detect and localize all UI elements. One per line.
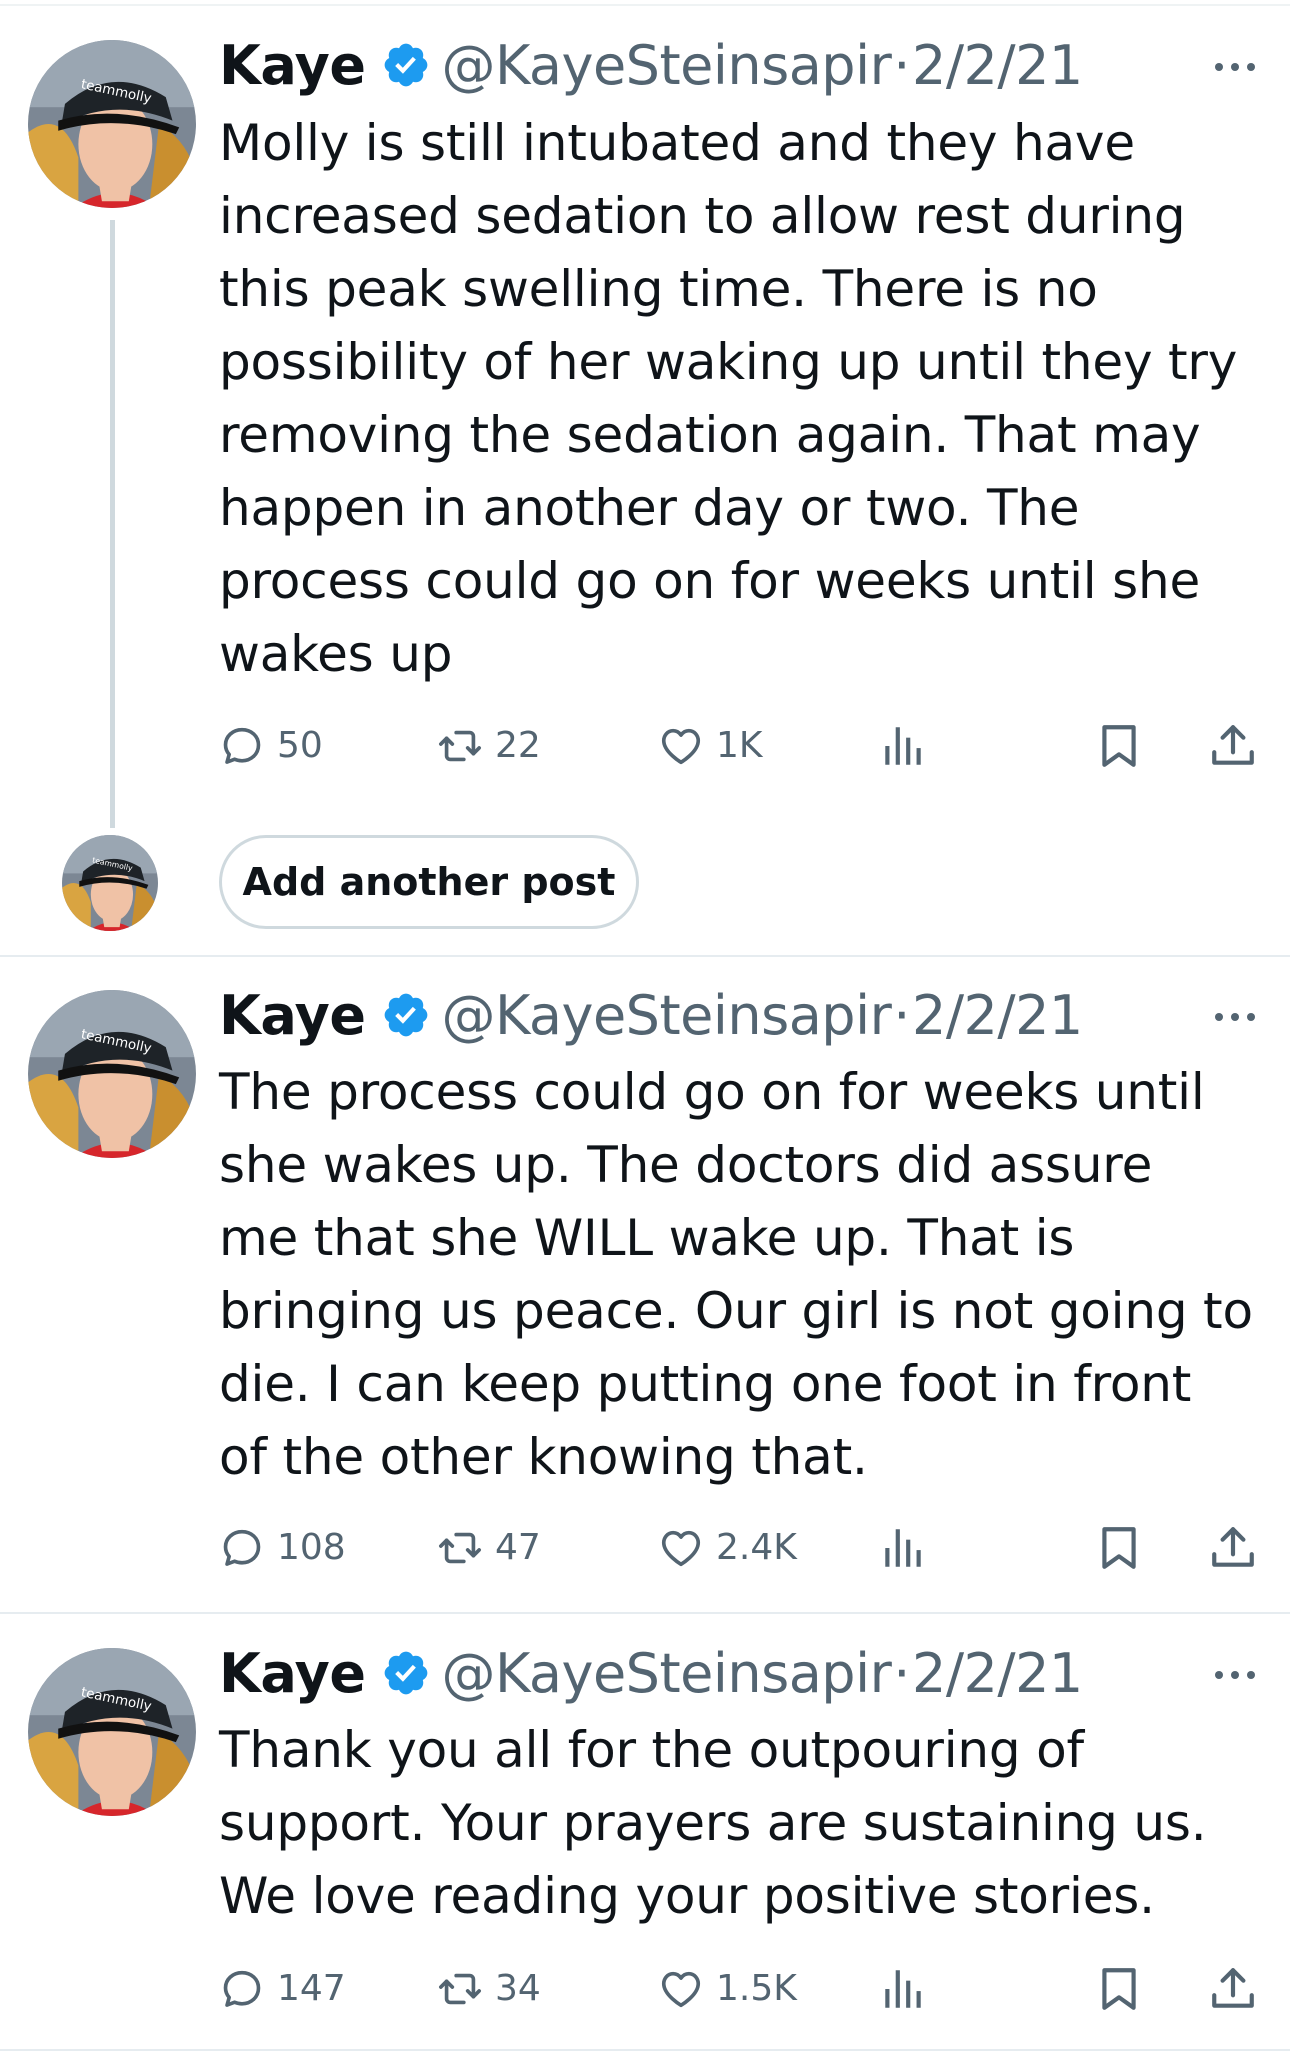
add-another-post-button[interactable]: Add another post — [219, 835, 639, 929]
more-icon[interactable] — [1212, 57, 1258, 77]
like-icon — [658, 1525, 704, 1571]
top-divider — [0, 4, 1290, 6]
reply-button[interactable]: 50 — [219, 718, 323, 774]
reply-button[interactable]: 108 — [219, 1520, 346, 1576]
like-count: 1.5K — [716, 1968, 797, 2009]
repost-button[interactable]: 22 — [437, 718, 541, 774]
views-icon[interactable] — [878, 1964, 928, 2014]
like-count: 2.4K — [716, 1527, 797, 1568]
repost-button[interactable]: 47 — [437, 1520, 541, 1576]
like-count: 1K — [716, 725, 763, 766]
reply-count: 50 — [277, 725, 323, 766]
like-button[interactable]: 1.5K — [658, 1961, 797, 2017]
share-icon[interactable] — [1208, 721, 1258, 771]
reply-count: 108 — [277, 1527, 346, 1568]
author-handle[interactable]: @KayeSteinsapir — [441, 34, 891, 97]
post-date[interactable]: 2/2/21 — [912, 1642, 1083, 1705]
post-divider — [0, 955, 1290, 957]
reply-icon — [219, 1525, 265, 1571]
post-date[interactable]: 2/2/21 — [912, 34, 1083, 97]
separator-dot: · — [893, 33, 910, 97]
post-text: The process could go on for weeks until … — [219, 1063, 1253, 1486]
author-name[interactable]: Kaye — [219, 34, 366, 97]
separator-dot: · — [893, 983, 910, 1047]
thread-connector-line — [110, 220, 115, 828]
like-button[interactable]: 2.4K — [658, 1520, 797, 1576]
share-icon[interactable] — [1208, 1523, 1258, 1573]
author-name[interactable]: Kaye — [219, 1642, 366, 1705]
separator-dot: · — [893, 1641, 910, 1705]
share-icon[interactable] — [1208, 1964, 1258, 2014]
avatar[interactable] — [28, 40, 196, 208]
like-button[interactable]: 1K — [658, 718, 763, 774]
like-icon — [658, 723, 704, 769]
author-handle[interactable]: @KayeSteinsapir — [441, 984, 891, 1047]
verified-badge-icon — [381, 40, 431, 90]
repost-count: 47 — [495, 1527, 541, 1568]
repost-icon — [437, 1525, 483, 1571]
bookmark-icon[interactable] — [1094, 721, 1144, 771]
views-icon[interactable] — [878, 1523, 928, 1573]
post-divider — [0, 1612, 1290, 1614]
verified-badge-icon — [381, 990, 431, 1040]
repost-count: 22 — [495, 725, 541, 766]
repost-button[interactable]: 34 — [437, 1961, 541, 2017]
avatar-small[interactable] — [62, 835, 158, 931]
author-name[interactable]: Kaye — [219, 984, 366, 1047]
post-header: Kaye @KayeSteinsapir · 2/2/21 — [219, 982, 1083, 1048]
reply-button[interactable]: 147 — [219, 1961, 346, 2017]
like-icon — [658, 1966, 704, 2012]
bookmark-icon[interactable] — [1094, 1523, 1144, 1573]
avatar[interactable] — [28, 990, 196, 1158]
avatar[interactable] — [28, 1648, 196, 1816]
repost-icon — [437, 1966, 483, 2012]
reply-icon — [219, 723, 265, 769]
bottom-divider — [0, 2049, 1290, 2051]
more-icon[interactable] — [1212, 1665, 1258, 1685]
post-header: Kaye @KayeSteinsapir · 2/2/21 — [219, 32, 1083, 98]
more-icon[interactable] — [1212, 1007, 1258, 1027]
post-text: Molly is still intubated and they have i… — [219, 114, 1238, 683]
verified-badge-icon — [381, 1648, 431, 1698]
repost-icon — [437, 723, 483, 769]
author-handle[interactable]: @KayeSteinsapir — [441, 1642, 891, 1705]
reply-count: 147 — [277, 1968, 346, 2009]
repost-count: 34 — [495, 1968, 541, 2009]
post-text: Thank you all for the outpouring of supp… — [219, 1721, 1207, 1925]
post-date[interactable]: 2/2/21 — [912, 984, 1083, 1047]
bookmark-icon[interactable] — [1094, 1964, 1144, 2014]
reply-icon — [219, 1966, 265, 2012]
post-header: Kaye @KayeSteinsapir · 2/2/21 — [219, 1640, 1083, 1706]
views-icon[interactable] — [878, 721, 928, 771]
